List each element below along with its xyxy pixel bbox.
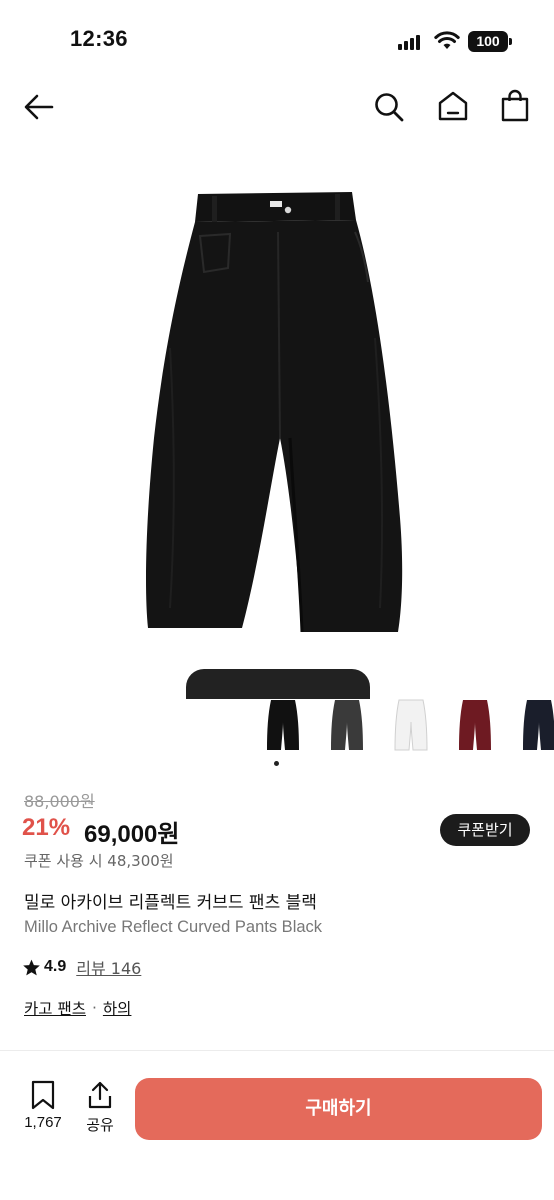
search-icon[interactable] xyxy=(372,90,406,124)
color-thumbnail-charcoal[interactable] xyxy=(320,694,374,756)
coupon-price: 쿠폰 사용 시 48,300원 xyxy=(24,852,174,870)
buy-button[interactable]: 구매하기 xyxy=(135,1078,542,1140)
status-time: 12:36 xyxy=(70,26,128,51)
product-image xyxy=(146,192,403,633)
wishlist-count: 1,767 xyxy=(24,1114,62,1131)
color-thumbnail-white[interactable] xyxy=(384,694,438,756)
thumbnail-pants-image xyxy=(331,700,363,750)
color-thumbnail-burgundy[interactable] xyxy=(448,694,502,756)
back-arrow-icon[interactable] xyxy=(22,90,56,124)
wifi-icon xyxy=(434,31,460,49)
bookmark-icon xyxy=(31,1080,55,1110)
color-thumbnail-black[interactable] xyxy=(256,694,310,756)
divider xyxy=(0,1050,554,1051)
rating-row: 4.9 리뷰 146 xyxy=(22,956,141,978)
wishlist-button[interactable] xyxy=(20,1080,66,1114)
original-price: 88,000원 xyxy=(24,792,95,811)
share-button[interactable] xyxy=(80,1080,120,1114)
battery-nub xyxy=(509,38,512,45)
share-icon xyxy=(88,1081,112,1109)
rating-value: 4.9 xyxy=(44,958,67,975)
subcategory-link[interactable]: 하의 xyxy=(103,997,132,1019)
battery-indicator: 100 xyxy=(468,31,508,52)
product-title-korean: 밀로 아카이브 리플렉트 커브드 팬츠 블랙 xyxy=(24,893,317,913)
thumbnail-pants-image xyxy=(394,699,428,751)
discount-rate: 21% xyxy=(22,814,71,841)
thumbnail-pants-image xyxy=(267,700,299,750)
product-title-english: Millo Archive Reflect Curved Pants Black xyxy=(24,918,323,936)
cellular-signal-icon xyxy=(398,34,422,50)
selected-thumbnail-dot xyxy=(274,761,279,766)
sale-price: 69,000원 xyxy=(84,821,180,848)
shopping-bag-icon[interactable] xyxy=(498,89,532,123)
status-bar: 12:36 100 xyxy=(0,0,554,80)
category-separator: · xyxy=(91,999,97,1017)
color-thumbnail-navy[interactable] xyxy=(512,694,554,756)
color-thumbnail-strip xyxy=(250,694,554,758)
thumbnail-pants-image xyxy=(523,700,554,750)
category-breadcrumb: 카고 팬츠 · 하의 xyxy=(24,997,131,1019)
review-count-link[interactable]: 리뷰 146 xyxy=(76,955,141,979)
share-label: 공유 xyxy=(86,1116,114,1134)
get-coupon-button[interactable]: 쿠폰받기 xyxy=(440,814,530,846)
thumbnail-pants-image xyxy=(459,700,491,750)
home-icon[interactable] xyxy=(436,89,470,123)
category-link[interactable]: 카고 팬츠 xyxy=(24,997,86,1019)
star-icon xyxy=(23,959,40,975)
